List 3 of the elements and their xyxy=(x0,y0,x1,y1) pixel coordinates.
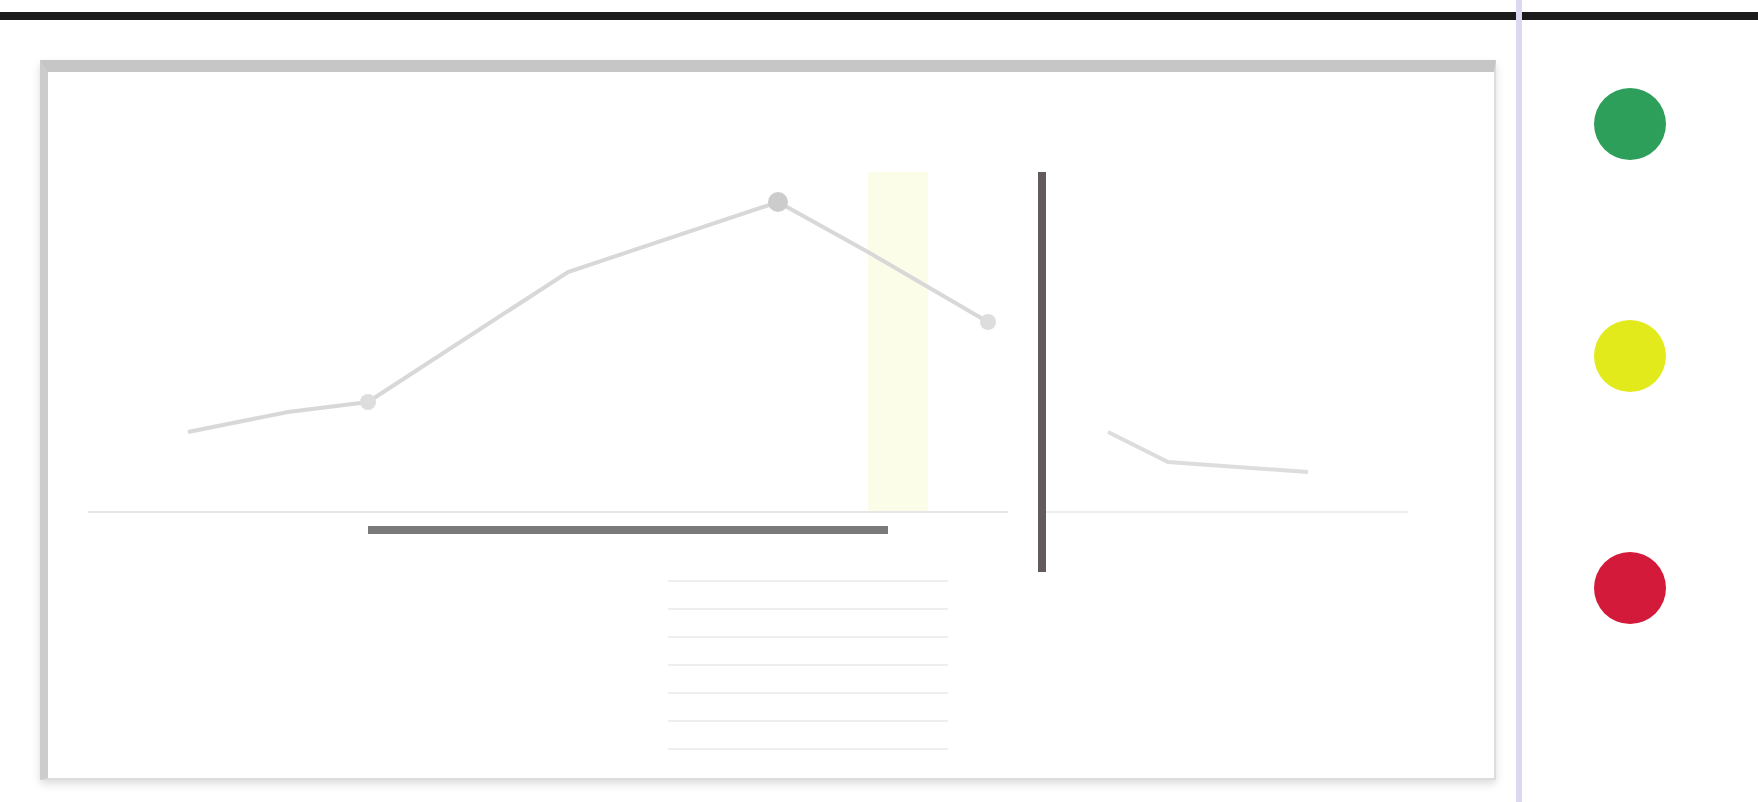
chart-point xyxy=(980,314,996,330)
chart-point xyxy=(768,192,788,212)
chart-point xyxy=(360,394,376,410)
